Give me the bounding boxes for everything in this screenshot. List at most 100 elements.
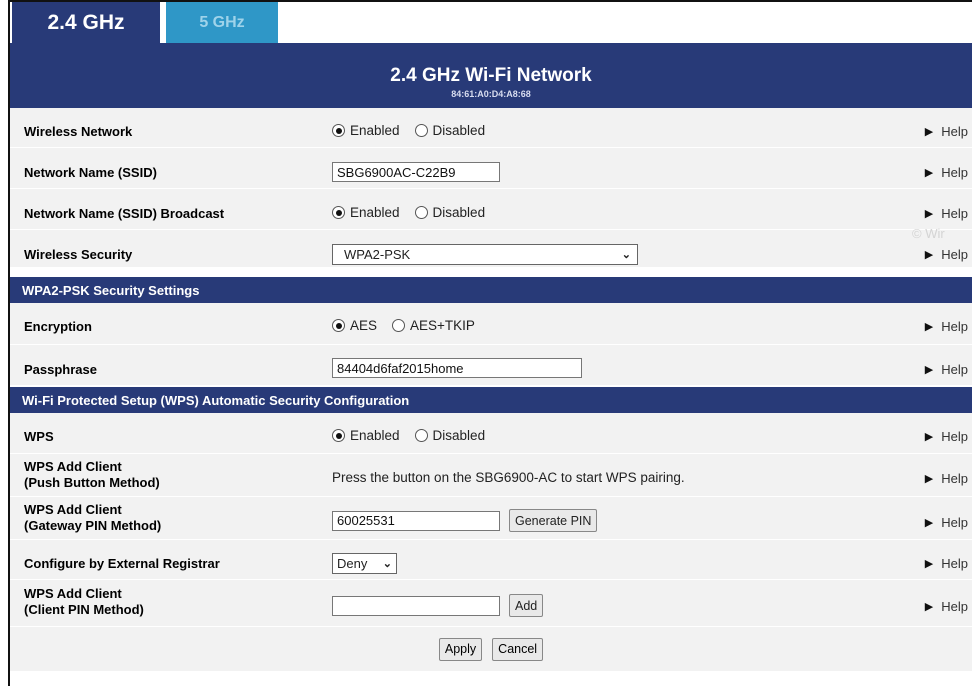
caret-right-icon: ▶ xyxy=(924,321,934,333)
ssid-input[interactable]: SBG6900AC-C22B9 xyxy=(332,162,500,182)
help-label: Help xyxy=(941,124,968,139)
radio-checked-icon xyxy=(332,429,345,442)
wps-client-pin-label: WPS Add Client (Client PIN Method) xyxy=(24,586,144,618)
help-link[interactable]: ▶ Help xyxy=(925,247,968,262)
radio-label: Enabled xyxy=(350,428,400,443)
help-link[interactable]: ▶ Help xyxy=(925,362,968,377)
radio-checked-icon xyxy=(332,206,345,219)
caret-right-icon: ▶ xyxy=(924,473,934,485)
help-link[interactable]: ▶ Help xyxy=(925,165,968,180)
wps-enabled-radio[interactable]: Enabled xyxy=(332,428,400,443)
wireless-security-select[interactable]: WPA2-PSK ⌄ xyxy=(332,244,638,265)
wireless-network-disabled-radio[interactable]: Disabled xyxy=(414,123,486,138)
radio-label: Enabled xyxy=(350,123,400,138)
help-label: Help xyxy=(941,362,968,377)
section-header-wps: Wi-Fi Protected Setup (WPS) Automatic Se… xyxy=(10,387,972,413)
select-value: Deny xyxy=(337,556,368,571)
row-wps-client-pin: WPS Add Client (Client PIN Method) Add ▶… xyxy=(10,580,972,627)
wps-gateway-pin-label: WPS Add Client (Gateway PIN Method) xyxy=(24,502,161,534)
help-link[interactable]: ▶ Help xyxy=(925,124,968,139)
label-line-2: (Push Button Method) xyxy=(24,475,160,490)
encryption-aes-radio[interactable]: AES xyxy=(332,318,377,333)
radio-label: AES xyxy=(350,318,378,333)
help-label: Help xyxy=(941,471,968,486)
tab-2-4ghz[interactable]: 2.4 GHz xyxy=(12,2,160,43)
help-link[interactable]: ▶ Help xyxy=(925,206,968,221)
gateway-pin-input[interactable]: 60025531 xyxy=(332,510,500,531)
radio-label: AES+TKIP xyxy=(410,318,475,333)
row-wps-gateway-pin: WPS Add Client (Gateway PIN Method) 6002… xyxy=(10,497,972,540)
label-line-2: (Gateway PIN Method) xyxy=(24,518,162,533)
caret-right-icon: ▶ xyxy=(924,208,934,220)
network-banner: 2.4 GHz Wi-Fi Network 84:61:A0:D4:A8:68 xyxy=(10,43,972,108)
form-actions: Apply Cancel xyxy=(10,627,972,671)
radio-checked-icon xyxy=(332,124,345,137)
help-link[interactable]: ▶ Help xyxy=(925,429,968,444)
radio-label: Disabled xyxy=(432,205,486,220)
tab-5ghz[interactable]: 5 GHz xyxy=(166,2,278,43)
row-external-registrar: Configure by External Registrar Deny ⌄ ▶ H… xyxy=(10,540,972,580)
row-ssid: Network Name (SSID) SBG6900AC-C22B9 ▶ Hel… xyxy=(10,148,972,189)
apply-button[interactable]: Apply xyxy=(438,637,483,661)
router-wifi-settings-panel: 2.4 GHz 5 GHz 2.4 GHz Wi-Fi Network 84:6… xyxy=(8,0,972,686)
caret-right-icon: ▶ xyxy=(924,601,934,613)
ssid-label: Network Name (SSID) xyxy=(24,165,157,180)
help-link[interactable]: ▶ Help xyxy=(925,515,968,530)
row-ssid-broadcast: Network Name (SSID) Broadcast Enabled Di… xyxy=(10,189,972,230)
encryption-label: Encryption xyxy=(24,319,92,334)
external-registrar-label: Configure by External Registrar xyxy=(24,556,220,571)
client-pin-input[interactable] xyxy=(332,595,500,616)
radio-label: Disabled xyxy=(432,123,486,138)
radio-unchecked-icon xyxy=(392,319,406,332)
help-label: Help xyxy=(941,515,968,530)
wps-push-instructions: Press the button on the SBG6900-AC to st… xyxy=(332,470,685,485)
wps-push-label: WPS Add Client (Push Button Method) xyxy=(24,459,160,491)
external-registrar-select[interactable]: Deny ⌄ xyxy=(332,553,397,574)
caret-right-icon: ▶ xyxy=(924,249,934,261)
help-label: Help xyxy=(941,165,968,180)
help-link[interactable]: ▶ Help xyxy=(925,599,968,614)
help-label: Help xyxy=(941,599,968,614)
row-wireless-security: Wireless Security WPA2-PSK ⌄ ▶ Help xyxy=(10,230,972,268)
wps-label: WPS xyxy=(24,429,54,444)
watermark-text: © Wir xyxy=(912,226,945,241)
row-wireless-network: Wireless Network Enabled Disabled ▶ Help xyxy=(10,108,972,148)
caret-right-icon: ▶ xyxy=(924,431,934,443)
radio-unchecked-icon xyxy=(414,429,428,442)
ssid-broadcast-enabled-radio[interactable]: Enabled xyxy=(332,205,400,220)
help-link[interactable]: ▶ Help xyxy=(925,471,968,486)
radio-label: Disabled xyxy=(432,428,486,443)
radio-unchecked-icon xyxy=(414,206,428,219)
wireless-network-radios: Enabled Disabled xyxy=(332,123,500,138)
chevron-down-icon: ⌄ xyxy=(621,249,631,261)
help-label: Help xyxy=(941,247,968,262)
chevron-down-icon: ⌄ xyxy=(382,558,392,570)
label-line-1: WPS Add Client xyxy=(24,459,122,474)
caret-right-icon: ▶ xyxy=(924,558,934,570)
wireless-network-enabled-radio[interactable]: Enabled xyxy=(332,123,400,138)
ssid-broadcast-label: Network Name (SSID) Broadcast xyxy=(24,206,225,221)
label-line-1: WPS Add Client xyxy=(24,502,122,517)
caret-right-icon: ▶ xyxy=(924,364,934,376)
add-button[interactable]: Add xyxy=(509,594,544,617)
radio-unchecked-icon xyxy=(414,124,428,137)
help-label: Help xyxy=(941,556,968,571)
cancel-button[interactable]: Cancel xyxy=(492,637,544,661)
section-header-wpa2: WPA2-PSK Security Settings xyxy=(10,277,972,303)
row-wps: WPS Enabled Disabled ▶ Help xyxy=(10,413,972,454)
band-tabs: 2.4 GHz 5 GHz xyxy=(10,2,972,43)
ssid-broadcast-disabled-radio[interactable]: Disabled xyxy=(414,205,486,220)
select-value: WPA2-PSK xyxy=(344,247,411,262)
label-line-2: (Client PIN Method) xyxy=(24,602,144,617)
radio-checked-icon xyxy=(332,319,345,332)
help-link[interactable]: ▶ Help xyxy=(925,556,968,571)
caret-right-icon: ▶ xyxy=(924,517,934,529)
caret-right-icon: ▶ xyxy=(924,167,934,179)
help-link[interactable]: ▶ Help xyxy=(925,319,968,334)
row-encryption: Encryption AES AES+TKIP ▶ Help xyxy=(10,303,972,345)
wps-disabled-radio[interactable]: Disabled xyxy=(414,428,486,443)
passphrase-input[interactable]: 84404d6faf2015home xyxy=(332,358,582,378)
encryption-aes-tkip-radio[interactable]: AES+TKIP xyxy=(392,318,475,333)
help-label: Help xyxy=(941,319,968,334)
generate-pin-button[interactable]: Generate PIN xyxy=(509,509,598,532)
